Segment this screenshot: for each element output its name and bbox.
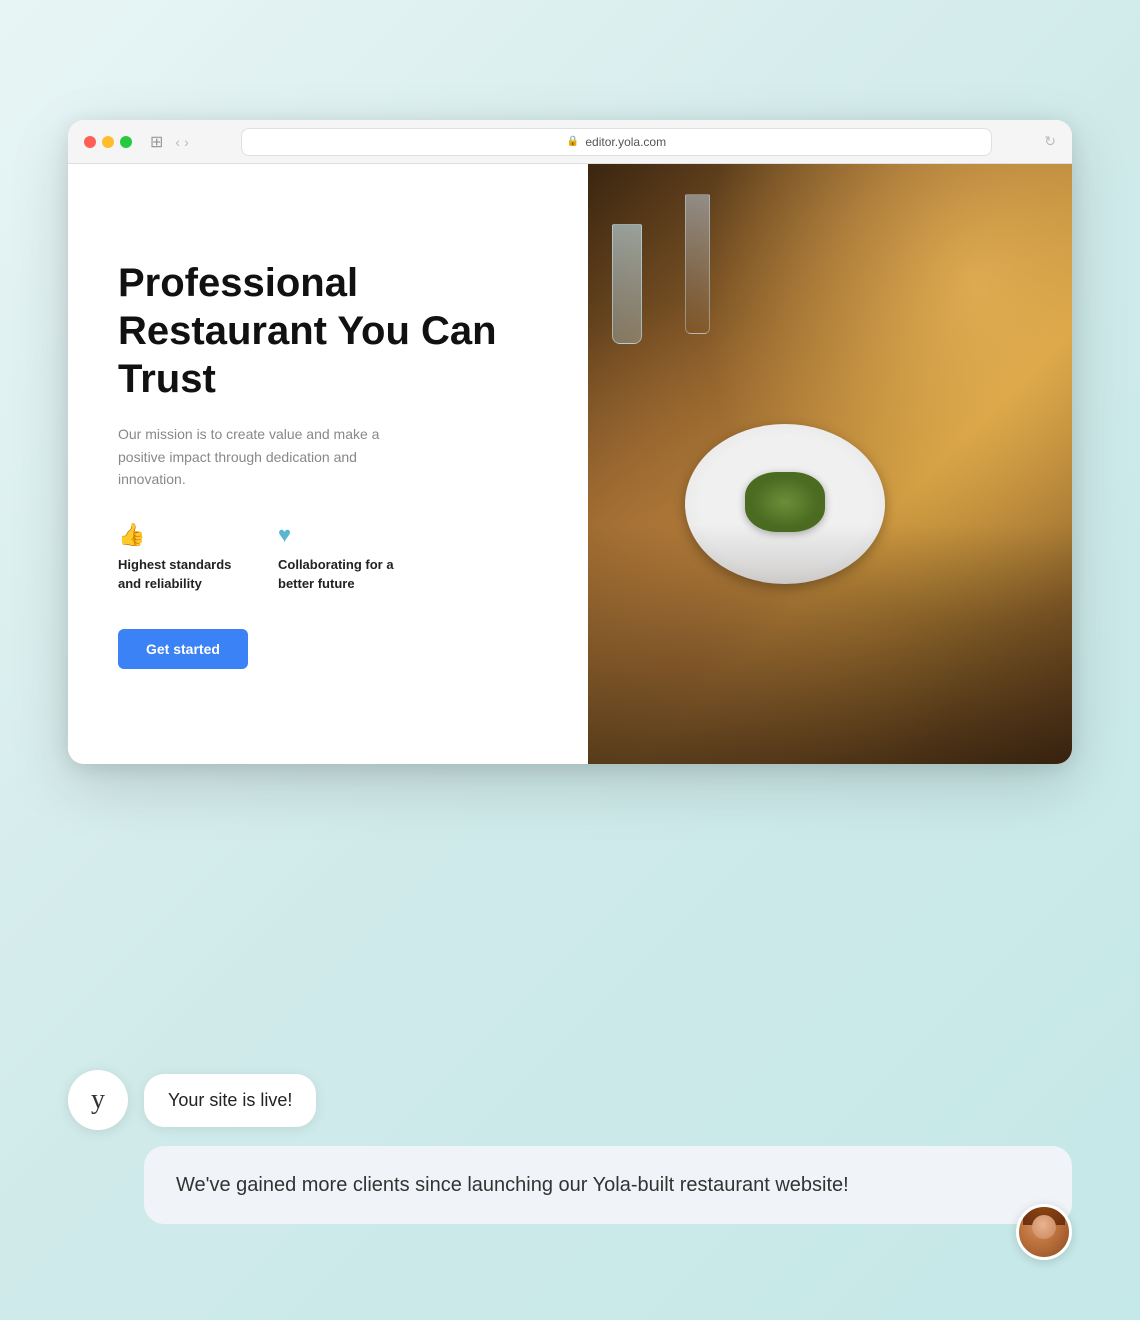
- thumbsup-icon: 👍: [118, 522, 238, 548]
- hero-title: Professional Restaurant You Can Trust: [118, 259, 538, 403]
- browser-toolbar: ⊞ ‹ › 🔒 editor.yola.com ↻: [68, 120, 1072, 164]
- feature-1: 👍 Highest standards and reliability: [118, 522, 238, 592]
- yola-avatar: y: [68, 1070, 128, 1130]
- feature-1-label: Highest standards and reliability: [118, 556, 238, 592]
- browser-content: Professional Restaurant You Can Trust Ou…: [68, 164, 1072, 764]
- nav-buttons: ‹ ›: [175, 134, 188, 150]
- chat-row-1: y Your site is live!: [68, 1070, 1072, 1130]
- wine-glass-1: [612, 224, 642, 344]
- sidebar-icon: ⊞: [150, 132, 163, 152]
- minimize-button[interactable]: [102, 136, 114, 148]
- back-button[interactable]: ‹: [175, 134, 180, 150]
- traffic-lights: [84, 136, 132, 148]
- food-garnish: [745, 472, 825, 532]
- user-avatar: [1016, 1204, 1072, 1260]
- close-button[interactable]: [84, 136, 96, 148]
- forward-button[interactable]: ›: [184, 134, 189, 150]
- content-left: Professional Restaurant You Can Trust Ou…: [68, 164, 588, 764]
- lock-icon: 🔒: [567, 136, 579, 147]
- heart-icon: ♥: [278, 522, 398, 548]
- feature-2-label: Collaborating for a better future: [278, 556, 398, 592]
- wine-glass-2: [685, 194, 710, 334]
- get-started-button[interactable]: Get started: [118, 629, 248, 669]
- chat-bubble-live: Your site is live!: [144, 1074, 316, 1127]
- browser-window: ⊞ ‹ › 🔒 editor.yola.com ↻ Professional R…: [68, 120, 1072, 764]
- url-text: editor.yola.com: [585, 135, 666, 149]
- maximize-button[interactable]: [120, 136, 132, 148]
- chat-section: y Your site is live! We've gained more c…: [68, 1070, 1072, 1260]
- image-overlay: [588, 524, 1072, 764]
- address-bar[interactable]: 🔒 editor.yola.com: [241, 128, 993, 156]
- restaurant-image-panel: [588, 164, 1072, 764]
- hero-subtitle: Our mission is to create value and make …: [118, 423, 398, 490]
- chat-testimonial-container: We've gained more clients since launchin…: [68, 1146, 1072, 1260]
- feature-2: ♥ Collaborating for a better future: [278, 522, 398, 592]
- restaurant-image: [588, 164, 1072, 764]
- chat-bubble-testimonial: We've gained more clients since launchin…: [144, 1146, 1072, 1224]
- avatar-face: [1032, 1215, 1056, 1239]
- features-row: 👍 Highest standards and reliability ♥ Co…: [118, 522, 538, 592]
- reload-button[interactable]: ↻: [1044, 133, 1056, 150]
